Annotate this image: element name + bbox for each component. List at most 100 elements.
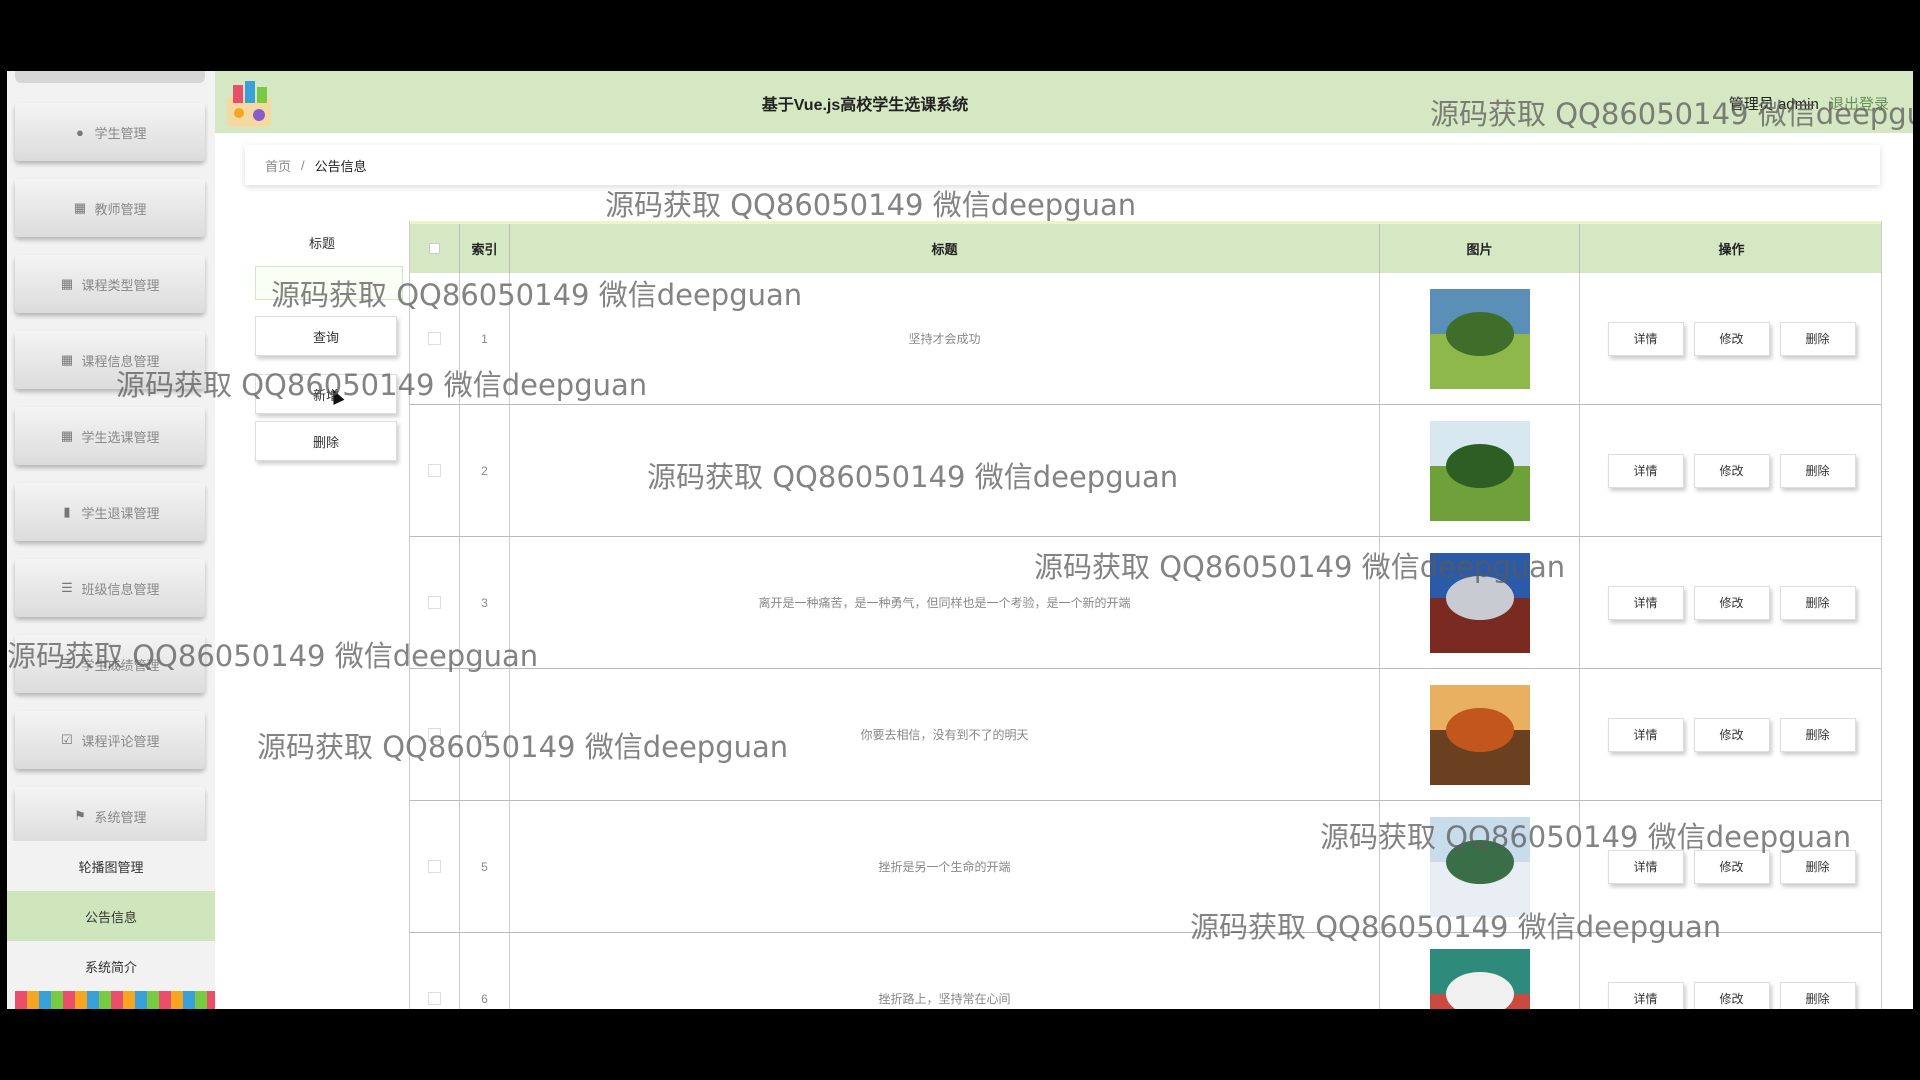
sidebar-item-system-management[interactable]: ⚑ 系统管理: [15, 787, 205, 845]
grid-icon: ▦: [60, 276, 74, 291]
detail-button[interactable]: 详情: [1607, 981, 1684, 1009]
row-title: 坚持才会成功: [510, 273, 1380, 404]
sidebar-item-label: 学生成绩管理: [81, 657, 160, 673]
header-image: 图片: [1380, 224, 1580, 273]
row-delete-button[interactable]: 删除: [1779, 981, 1856, 1009]
row-image-cell: [1380, 933, 1580, 1009]
header-select-all[interactable]: [410, 224, 460, 273]
row-select-cell: [410, 405, 460, 536]
row-index: 2: [460, 405, 510, 536]
row-image-cell: [1380, 273, 1580, 404]
breadcrumb-current: 公告信息: [314, 158, 367, 174]
sidebar-subitem-label: 轮播图管理: [78, 859, 144, 875]
row-actions: 详情 修改 删除: [1580, 801, 1881, 932]
search-title-input[interactable]: [255, 266, 403, 300]
detail-button[interactable]: 详情: [1607, 849, 1684, 884]
sidebar-subitem-system-intro[interactable]: 系统简介: [7, 941, 215, 991]
row-index: 6: [460, 933, 510, 1009]
row-thumbnail-image: [1429, 420, 1530, 521]
sidebar: ● 学生管理 ▦ 教师管理 ▦ 课程类型管理 ▦ 课程信息管理 ▦ 学生选课管理…: [7, 71, 215, 1009]
row-select-cell: [410, 669, 460, 800]
edit-button[interactable]: 修改: [1693, 981, 1770, 1009]
check-square-icon: ☑: [61, 732, 73, 747]
admin-name: 管理员 admin: [1728, 96, 1819, 113]
row-checkbox[interactable]: [428, 860, 441, 873]
sidebar-item-label: 系统管理: [94, 809, 147, 825]
row-checkbox[interactable]: [428, 332, 441, 345]
edit-button[interactable]: 修改: [1693, 321, 1770, 356]
row-delete-button[interactable]: 删除: [1779, 321, 1856, 356]
header-actions: 操作: [1718, 242, 1745, 257]
breadcrumb-home[interactable]: 首页: [265, 156, 291, 175]
add-button[interactable]: 新增: [255, 374, 397, 414]
sidebar-item-teacher-management[interactable]: ▦ 教师管理: [15, 179, 205, 237]
row-image-cell: [1380, 669, 1580, 800]
row-checkbox[interactable]: [428, 992, 441, 1005]
sidebar-item-label: 课程信息管理: [81, 353, 160, 369]
row-thumbnail-image: [1429, 816, 1530, 917]
sidebar-item-course-drop-management[interactable]: ▮ 学生退课管理: [15, 483, 205, 541]
row-actions: 详情 修改 删除: [1580, 537, 1881, 668]
sidebar-item-label: 课程评论管理: [81, 733, 160, 749]
flag-icon: ⚑: [74, 808, 86, 823]
sidebar-item-label: 学生退课管理: [81, 505, 160, 521]
sidebar-item-label: 教师管理: [94, 201, 147, 217]
sidebar-item-class-info-management[interactable]: ☰ 班级信息管理: [15, 559, 205, 617]
announcement-table: 索引 标题 图片 操作 1 坚持才会成功 详情 修改 删除 2 详情 修改 删除 3 离开是一种痛苦…: [409, 221, 1882, 1009]
row-title: 挫折是另一个生命的开端: [510, 801, 1380, 932]
watermark-text: 源码获取 QQ86050149 微信deepguan: [605, 188, 1137, 222]
table-row: 3 离开是一种痛苦，是一种勇气，但同样也是一个考验，是一个新的开端 详情 修改 删除: [410, 537, 1881, 669]
sidebar-item-label: 班级信息管理: [81, 581, 160, 597]
detail-button[interactable]: 详情: [1607, 321, 1684, 356]
table-row: 1 坚持才会成功 详情 修改 删除: [410, 273, 1881, 405]
select-all-checkbox[interactable]: [429, 243, 440, 254]
sidebar-item-label: 学生选课管理: [81, 429, 160, 445]
app-screen: ● 学生管理 ▦ 教师管理 ▦ 课程类型管理 ▦ 课程信息管理 ▦ 学生选课管理…: [7, 71, 1913, 1009]
row-image-cell: [1380, 537, 1580, 668]
header-title: 标题: [510, 224, 1380, 273]
detail-button[interactable]: 详情: [1607, 585, 1684, 620]
sidebar-item-course-type-management[interactable]: ▦ 课程类型管理: [15, 255, 205, 313]
grid-icon: ▦: [60, 352, 74, 367]
delete-selected-button[interactable]: 删除: [255, 421, 397, 461]
detail-button[interactable]: 详情: [1607, 453, 1684, 488]
sidebar-item-student-management[interactable]: ● 学生管理: [15, 103, 205, 161]
row-title: [510, 405, 1380, 536]
breadcrumb: 首页 / 公告信息: [245, 145, 1880, 185]
row-actions: 详情 修改 删除: [1580, 933, 1881, 1009]
row-image-cell: [1380, 405, 1580, 536]
row-title: 离开是一种痛苦，是一种勇气，但同样也是一个考验，是一个新的开端: [510, 537, 1380, 668]
sidebar-subitem-announcements[interactable]: 公告信息: [7, 891, 215, 941]
header-index: 索引: [460, 224, 510, 273]
app-title: 基于Vue.js高校学生选课系统: [761, 97, 969, 114]
row-delete-button[interactable]: 删除: [1779, 453, 1856, 488]
row-checkbox[interactable]: [428, 464, 441, 477]
list-icon: ☰: [61, 656, 73, 671]
row-delete-button[interactable]: 删除: [1779, 849, 1856, 884]
sidebar-item-course-selection-management[interactable]: ▦ 学生选课管理: [15, 407, 205, 465]
sidebar-item-course-comment-management[interactable]: ☑ 课程评论管理: [15, 711, 205, 769]
sidebar-item-course-info-management[interactable]: ▦ 课程信息管理: [15, 331, 205, 389]
row-thumbnail-image: [1429, 288, 1530, 389]
detail-button[interactable]: 详情: [1607, 717, 1684, 752]
edit-button[interactable]: 修改: [1693, 453, 1770, 488]
table-row: 4 你要去相信，没有到不了的明天 详情 修改 删除: [410, 669, 1881, 801]
sidebar-item-score-management[interactable]: ☰ 学生成绩管理: [15, 635, 205, 693]
edit-button[interactable]: 修改: [1693, 585, 1770, 620]
sidebar-decoration: [15, 991, 215, 1009]
sidebar-subitem-carousel[interactable]: 轮播图管理: [7, 841, 215, 891]
row-thumbnail-image: [1429, 948, 1530, 1009]
list-icon: ☰: [61, 580, 73, 595]
row-checkbox[interactable]: [428, 596, 441, 609]
row-checkbox[interactable]: [428, 728, 441, 741]
admin-area: 管理员 admin 退出登录: [1729, 93, 1889, 114]
row-select-cell: [410, 537, 460, 668]
row-delete-button[interactable]: 删除: [1779, 717, 1856, 752]
edit-button[interactable]: 修改: [1693, 717, 1770, 752]
sidebar-item-label: 课程类型管理: [81, 277, 160, 293]
edit-button[interactable]: 修改: [1693, 849, 1770, 884]
logout-link[interactable]: 退出登录: [1829, 96, 1889, 113]
table-row: 5 挫折是另一个生命的开端 详情 修改 删除: [410, 801, 1881, 933]
query-button[interactable]: 查询: [255, 316, 397, 356]
row-delete-button[interactable]: 删除: [1779, 585, 1856, 620]
